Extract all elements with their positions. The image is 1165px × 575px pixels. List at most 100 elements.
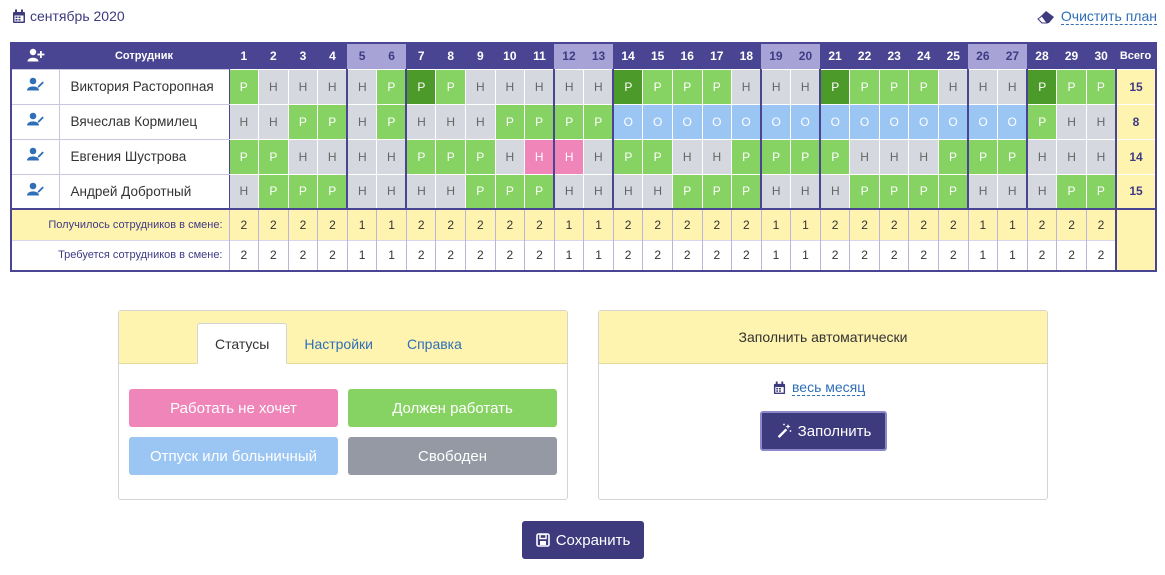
schedule-cell[interactable]: Р bbox=[228, 138, 260, 175]
schedule-cell[interactable]: Н bbox=[405, 103, 437, 140]
schedule-cell[interactable]: О bbox=[790, 103, 822, 140]
schedule-cell[interactable]: Н bbox=[376, 138, 408, 175]
schedule-cell[interactable]: Р bbox=[405, 138, 437, 175]
required-count[interactable]: 1 bbox=[790, 239, 821, 271]
schedule-cell[interactable]: О bbox=[671, 103, 703, 140]
add-employee-button[interactable] bbox=[11, 43, 59, 69]
month-picker[interactable]: сентябрь 2020 bbox=[12, 8, 125, 24]
schedule-cell[interactable]: Н bbox=[435, 173, 466, 210]
schedule-cell[interactable]: Н bbox=[1026, 138, 1058, 175]
schedule-cell[interactable]: Н bbox=[967, 68, 999, 105]
schedule-cell[interactable]: Н bbox=[553, 138, 585, 175]
tab-help[interactable]: Справка bbox=[390, 323, 479, 364]
save-button[interactable]: Сохранить bbox=[522, 521, 644, 559]
schedule-cell[interactable]: Н bbox=[524, 138, 555, 175]
schedule-cell[interactable]: Р bbox=[524, 173, 555, 210]
required-count[interactable]: 1 bbox=[553, 239, 585, 271]
schedule-cell[interactable]: Н bbox=[228, 103, 260, 140]
schedule-cell[interactable]: Н bbox=[376, 173, 408, 210]
schedule-cell[interactable]: Н bbox=[642, 173, 673, 210]
tab-statuses[interactable]: Статусы bbox=[197, 323, 288, 364]
schedule-cell[interactable]: Р bbox=[287, 173, 319, 210]
required-count[interactable]: 1 bbox=[376, 239, 407, 271]
schedule-cell[interactable]: Р bbox=[642, 138, 673, 175]
schedule-cell[interactable]: Р bbox=[1085, 68, 1117, 105]
schedule-cell[interactable]: Н bbox=[346, 68, 378, 105]
required-count[interactable]: 1 bbox=[760, 239, 792, 271]
schedule-cell[interactable]: Р bbox=[908, 68, 939, 105]
schedule-cell[interactable]: Р bbox=[967, 138, 999, 175]
schedule-cell[interactable]: Н bbox=[790, 173, 822, 210]
schedule-cell[interactable]: О bbox=[908, 103, 939, 140]
schedule-cell[interactable]: Н bbox=[346, 138, 378, 175]
schedule-cell[interactable]: Н bbox=[997, 68, 1029, 105]
schedule-cell[interactable]: Н bbox=[878, 138, 910, 175]
schedule-cell[interactable]: Р bbox=[583, 103, 615, 140]
schedule-cell[interactable]: Н bbox=[908, 138, 939, 175]
schedule-cell[interactable]: Р bbox=[317, 173, 348, 210]
schedule-cell[interactable]: Н bbox=[494, 138, 526, 175]
schedule-cell[interactable]: Н bbox=[701, 138, 733, 175]
schedule-cell[interactable]: Н bbox=[494, 68, 526, 105]
schedule-cell[interactable]: Р bbox=[1026, 68, 1058, 105]
schedule-cell[interactable]: Р bbox=[819, 138, 851, 175]
schedule-cell[interactable]: Р bbox=[938, 138, 969, 175]
schedule-cell[interactable]: Р bbox=[612, 138, 644, 175]
schedule-cell[interactable]: Н bbox=[583, 173, 615, 210]
schedule-cell[interactable]: Н bbox=[317, 68, 348, 105]
schedule-cell[interactable]: О bbox=[938, 103, 969, 140]
required-count[interactable]: 2 bbox=[494, 239, 526, 271]
schedule-cell[interactable]: Р bbox=[819, 68, 851, 105]
schedule-cell[interactable]: Р bbox=[405, 68, 437, 105]
required-count[interactable]: 2 bbox=[405, 239, 437, 271]
schedule-cell[interactable]: Н bbox=[287, 68, 319, 105]
schedule-cell[interactable]: О bbox=[997, 103, 1029, 140]
schedule-cell[interactable]: Н bbox=[465, 68, 496, 105]
schedule-cell[interactable]: Р bbox=[760, 138, 792, 175]
required-count[interactable]: 2 bbox=[642, 239, 673, 271]
schedule-cell[interactable]: Н bbox=[731, 68, 762, 105]
required-count[interactable]: 2 bbox=[435, 239, 466, 271]
schedule-cell[interactable]: Н bbox=[1056, 103, 1087, 140]
schedule-cell[interactable]: Н bbox=[819, 173, 851, 210]
schedule-cell[interactable]: Н bbox=[346, 173, 378, 210]
schedule-cell[interactable]: Р bbox=[1056, 68, 1087, 105]
required-count[interactable]: 2 bbox=[908, 239, 939, 271]
schedule-cell[interactable]: Н bbox=[524, 68, 555, 105]
schedule-cell[interactable]: Н bbox=[258, 68, 289, 105]
required-count[interactable]: 2 bbox=[258, 239, 289, 271]
tab-settings[interactable]: Настройки bbox=[287, 323, 390, 364]
schedule-cell[interactable]: Р bbox=[287, 103, 319, 140]
schedule-cell[interactable]: Р bbox=[790, 138, 822, 175]
schedule-cell[interactable]: Н bbox=[760, 173, 792, 210]
schedule-cell[interactable]: Р bbox=[1056, 173, 1087, 210]
period-selector[interactable]: весь месяц bbox=[773, 379, 866, 396]
required-count[interactable]: 2 bbox=[1056, 239, 1087, 271]
required-count[interactable]: 2 bbox=[938, 239, 969, 271]
schedule-cell[interactable]: Н bbox=[553, 68, 585, 105]
schedule-cell[interactable]: Р bbox=[465, 138, 496, 175]
schedule-cell[interactable]: Р bbox=[701, 173, 733, 210]
status-must-work-button[interactable]: Должен работать bbox=[348, 389, 557, 427]
schedule-cell[interactable]: Р bbox=[494, 173, 526, 210]
schedule-cell[interactable]: Н bbox=[967, 173, 999, 210]
schedule-cell[interactable]: Р bbox=[642, 68, 673, 105]
required-count[interactable]: 2 bbox=[465, 239, 496, 271]
schedule-cell[interactable]: Н bbox=[287, 138, 319, 175]
schedule-cell[interactable]: Р bbox=[258, 173, 289, 210]
schedule-cell[interactable]: Р bbox=[612, 68, 644, 105]
required-count[interactable]: 2 bbox=[228, 239, 260, 271]
required-count[interactable]: 2 bbox=[819, 239, 851, 271]
schedule-cell[interactable]: Н bbox=[1056, 138, 1087, 175]
required-count[interactable]: 1 bbox=[967, 239, 999, 271]
schedule-cell[interactable]: Р bbox=[849, 173, 880, 210]
schedule-cell[interactable]: Р bbox=[465, 173, 496, 210]
schedule-cell[interactable]: Р bbox=[376, 103, 408, 140]
schedule-cell[interactable]: О bbox=[642, 103, 673, 140]
schedule-cell[interactable]: Р bbox=[731, 138, 762, 175]
schedule-cell[interactable]: Р bbox=[553, 103, 585, 140]
schedule-cell[interactable]: Р bbox=[1026, 103, 1058, 140]
schedule-cell[interactable]: Н bbox=[553, 173, 585, 210]
required-count[interactable]: 2 bbox=[287, 239, 319, 271]
schedule-cell[interactable]: Н bbox=[938, 68, 969, 105]
